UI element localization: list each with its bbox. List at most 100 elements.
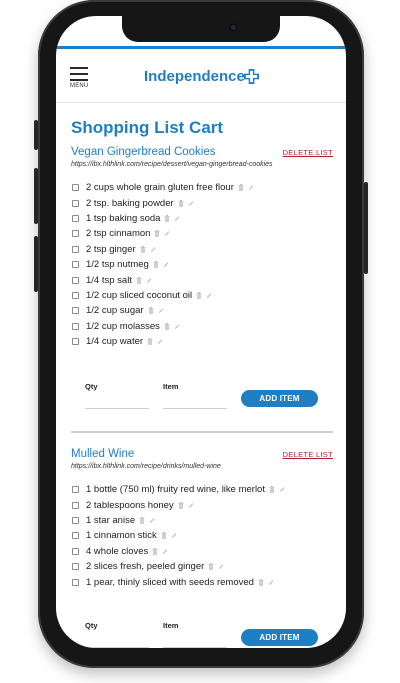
ingredient-checkbox[interactable] — [72, 214, 79, 222]
pencil-icon[interactable] — [158, 307, 164, 314]
trash-icon[interactable] — [164, 214, 170, 222]
ingredient-row: 1/4 cup water — [71, 334, 333, 349]
ingredient-text: 2 slices fresh, peeled ginger — [86, 561, 205, 573]
trash-icon[interactable] — [196, 291, 202, 299]
ingredient-row: 1/4 tsp salt — [71, 272, 333, 287]
pencil-icon[interactable] — [157, 338, 163, 345]
trash-icon[interactable] — [178, 501, 184, 509]
ingredient-checkbox[interactable] — [72, 291, 79, 299]
trash-icon[interactable] — [161, 532, 167, 540]
trash-icon[interactable] — [178, 199, 184, 207]
ingredient-checkbox[interactable] — [72, 276, 79, 284]
pencil-icon[interactable] — [171, 532, 177, 539]
phone-screen: MENU Independence Shopping List Cart Veg… — [56, 16, 346, 648]
ingredient-row: 1 bottle (750 ml) fruity red wine, like … — [71, 482, 333, 497]
ingredient-checkbox[interactable] — [72, 563, 79, 571]
ingredient-row: 2 tsp cinnamon — [71, 226, 333, 241]
ingredient-row: 1 cinnamon stick — [71, 528, 333, 543]
ingredient-checkbox[interactable] — [72, 532, 79, 540]
delete-list-link[interactable]: DELETE LIST — [283, 148, 333, 157]
trash-icon[interactable] — [153, 261, 159, 269]
power-button — [364, 182, 368, 274]
item-input[interactable] — [163, 647, 227, 648]
ingredient-checkbox[interactable] — [72, 501, 79, 509]
trash-icon[interactable] — [164, 322, 170, 330]
pencil-icon[interactable] — [248, 184, 254, 191]
item-label: Item — [163, 382, 179, 391]
pencil-icon[interactable] — [206, 292, 212, 299]
ingredient-checkbox[interactable] — [72, 245, 79, 253]
brand-logo[interactable]: Independence — [144, 68, 245, 85]
ingredient-row: 4 whole cloves — [71, 544, 333, 559]
ingredient-checkbox[interactable] — [72, 322, 79, 330]
ingredient-checkbox[interactable] — [72, 261, 79, 269]
ingredient-text: 4 whole cloves — [86, 545, 149, 557]
item-input[interactable] — [163, 408, 227, 409]
pencil-icon[interactable] — [146, 277, 152, 284]
ingredient-row: 2 cups whole grain gluten free flour — [71, 180, 333, 195]
add-item-button[interactable]: ADD ITEM — [241, 390, 318, 407]
hamburger-icon — [70, 67, 88, 69]
pencil-icon[interactable] — [164, 230, 170, 237]
ingredient-text: 1/2 cup sliced coconut oil — [86, 289, 193, 301]
trash-icon[interactable] — [269, 486, 275, 494]
trash-icon[interactable] — [154, 230, 160, 238]
pencil-icon[interactable] — [174, 215, 180, 222]
trash-icon[interactable] — [148, 307, 154, 315]
ingredient-row: 1/2 cup sugar — [71, 303, 333, 318]
ingredient-text: 1 pear, thinly sliced with seeds removed — [86, 576, 254, 588]
ingredient-checkbox[interactable] — [72, 486, 79, 494]
trash-icon[interactable] — [139, 516, 145, 524]
trash-icon[interactable] — [147, 338, 153, 346]
pencil-icon[interactable] — [174, 323, 180, 330]
pencil-icon[interactable] — [163, 261, 169, 268]
delete-list-link[interactable]: DELETE LIST — [283, 450, 333, 459]
pencil-icon[interactable] — [188, 200, 194, 207]
pencil-icon[interactable] — [162, 548, 168, 555]
ingredient-row: 2 tsp ginger — [71, 242, 333, 257]
ingredient-text: 2 tsp cinnamon — [86, 228, 151, 240]
camera-icon — [229, 23, 238, 32]
trash-icon[interactable] — [258, 578, 264, 586]
pencil-icon[interactable] — [218, 563, 224, 570]
ingredient-row: 1/2 tsp nutmeg — [71, 257, 333, 272]
pencil-icon[interactable] — [268, 579, 274, 586]
ingredient-checkbox[interactable] — [72, 578, 79, 586]
trash-icon[interactable] — [238, 184, 244, 192]
qty-input[interactable] — [85, 408, 149, 409]
item-label: Item — [163, 621, 179, 630]
pencil-icon[interactable] — [149, 517, 155, 524]
ingredient-row: 2 tablespoons honey — [71, 497, 333, 512]
pencil-icon[interactable] — [188, 502, 194, 509]
add-item-button[interactable]: ADD ITEM — [241, 629, 318, 646]
app-header: MENU Independence — [56, 49, 346, 103]
qty-input[interactable] — [85, 647, 149, 648]
ingredient-text: 1/4 cup water — [86, 336, 144, 348]
ingredient-text: 2 tsp ginger — [86, 243, 136, 255]
pencil-icon[interactable] — [279, 486, 285, 493]
ingredient-checkbox[interactable] — [72, 516, 79, 524]
hamburger-icon-bar — [70, 73, 88, 75]
menu-button[interactable]: MENU — [70, 67, 90, 89]
recipe-card: Vegan Gingerbread Cookies DELETE LIST ht… — [71, 146, 333, 349]
ingredient-row: 2 tsp. baking powder — [71, 195, 333, 210]
ingredient-list: 1 bottle (750 ml) fruity red wine, like … — [71, 482, 333, 590]
ingredient-checkbox[interactable] — [72, 199, 79, 207]
pencil-icon[interactable] — [150, 246, 156, 253]
trash-icon[interactable] — [136, 276, 142, 284]
ingredient-row: 1 pear, thinly sliced with seeds removed — [71, 574, 333, 589]
trash-icon[interactable] — [152, 547, 158, 555]
menu-label: MENU — [70, 83, 89, 89]
ingredient-checkbox[interactable] — [72, 338, 79, 346]
ingredient-checkbox[interactable] — [72, 230, 79, 238]
ingredient-text: 2 tsp. baking powder — [86, 197, 174, 209]
ingredient-text: 1/2 cup molasses — [86, 320, 160, 332]
ingredient-checkbox[interactable] — [72, 547, 79, 555]
trash-icon[interactable] — [140, 245, 146, 253]
qty-label: Qty — [85, 382, 98, 391]
ingredient-row: 1 tsp baking soda — [71, 211, 333, 226]
ingredient-checkbox[interactable] — [72, 184, 79, 192]
ingredient-row: 1/2 cup molasses — [71, 319, 333, 334]
ingredient-checkbox[interactable] — [72, 307, 79, 315]
trash-icon[interactable] — [208, 563, 214, 571]
